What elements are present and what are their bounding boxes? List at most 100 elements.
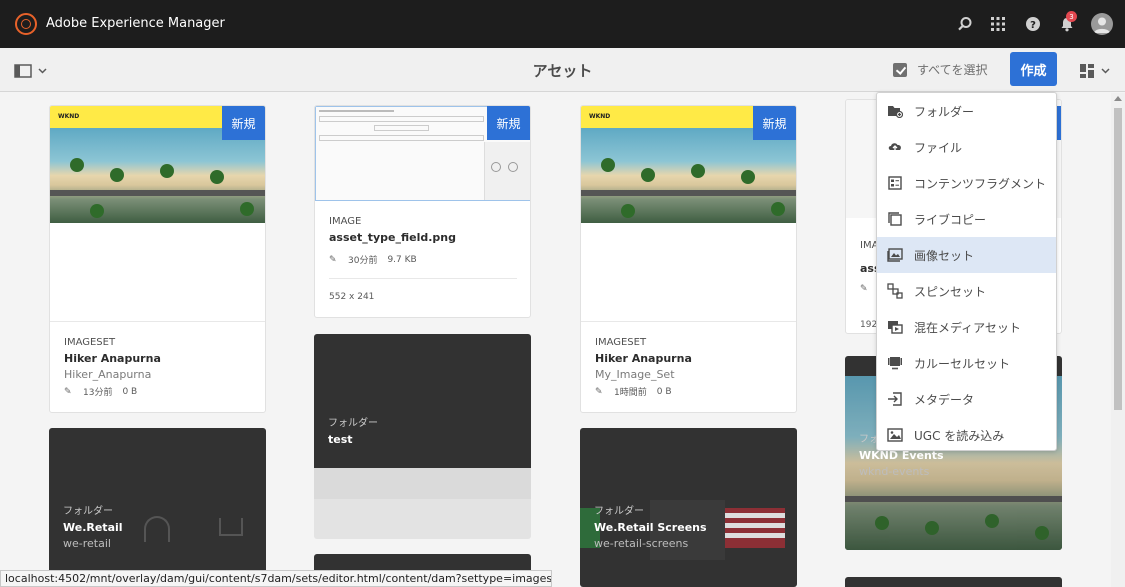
app-title[interactable]: Adobe Experience Manager: [46, 16, 225, 31]
scroll-up-arrow-icon[interactable]: [1114, 96, 1122, 101]
cart-icon: [219, 518, 243, 536]
search-icon[interactable]: [955, 14, 975, 34]
folder-card[interactable]: フォルダー We.Retail Screens we-retail-screen…: [580, 428, 797, 587]
asset-card[interactable]: 新規 IMAGE asset_type_field.png ✎ 30分前 9.7…: [314, 105, 531, 318]
asset-type: フォルダー: [328, 418, 378, 429]
scrollbar-thumb[interactable]: [1114, 108, 1122, 410]
menu-item-carousel-set[interactable]: カルーセルセット: [877, 345, 1056, 381]
menu-item-label: UGC を読み込み: [914, 428, 1005, 443]
create-menu: フォルダー ファイル コンテンツフラグメント ライブコピー 画像セット スピンセ…: [876, 92, 1057, 451]
pencil-icon: ✎: [329, 255, 337, 265]
asset-card[interactable]: WKND 新規 IMAGESET Hiker Anapurna My_Image…: [580, 105, 797, 413]
folder-name: wknd-events: [859, 465, 930, 478]
vertical-scrollbar[interactable]: [1111, 93, 1125, 587]
new-badge: 新規: [487, 106, 530, 140]
chevron-down-icon: [38, 68, 47, 74]
help-icon[interactable]: ?: [1023, 14, 1043, 34]
image-set-icon: [887, 247, 903, 263]
card-meta: IMAGESET Hiker Anapurna My_Image_Set ✎ 1…: [595, 337, 692, 398]
pencil-icon: ✎: [64, 387, 72, 397]
menu-item-ugc-import[interactable]: UGC を読み込み: [877, 417, 1056, 453]
menu-item-label: カルーセルセット: [914, 356, 1011, 371]
folder-add-icon: [887, 103, 903, 119]
asset-type: フォルダー: [594, 506, 644, 517]
ugc-import-icon: [887, 427, 903, 443]
image-dimensions: 552 x 241: [329, 292, 375, 302]
side-rail-icon: [14, 64, 32, 78]
modified-time: 30分前: [348, 256, 378, 266]
card-view-icon: [1080, 64, 1094, 78]
chevron-down-icon: [1101, 68, 1110, 74]
menu-item-metadata[interactable]: メタデータ: [877, 381, 1056, 417]
beach-thumbnail: [581, 128, 796, 223]
aem-logo-icon[interactable]: [15, 13, 37, 35]
asset-type: IMAGESET: [595, 337, 647, 348]
card-meta: IMAGESET Hiker Anapurna Hiker_Anapurna ✎…: [64, 337, 161, 398]
status-bar-url: localhost:4502/mnt/overlay/dam/gui/conte…: [0, 570, 552, 587]
folder-name: we-retail: [63, 537, 111, 550]
headset-icon: [144, 516, 170, 542]
menu-item-file[interactable]: ファイル: [877, 129, 1056, 165]
action-bar: アセット すべてを選択 作成: [0, 48, 1125, 92]
card-meta: フォルダー We.Retail we-retail: [63, 502, 123, 550]
asset-title: Hiker Anapurna: [595, 352, 692, 365]
svg-text:?: ?: [1030, 20, 1036, 31]
menu-item-label: メタデータ: [914, 392, 975, 407]
view-switcher-button[interactable]: [1079, 63, 1110, 79]
user-avatar[interactable]: [1091, 13, 1113, 35]
menu-item-label: ライブコピー: [914, 212, 987, 227]
asset-type: IMAGESET: [64, 337, 116, 348]
spin-set-icon: [887, 283, 903, 299]
menu-item-label: フォルダー: [914, 104, 975, 119]
file-size: 0 B: [656, 386, 672, 397]
asset-card[interactable]: WKND 新規 IMAGESET Hiker Anapurna Hiker_An…: [49, 105, 266, 413]
solutions-grid-icon[interactable]: [988, 14, 1008, 34]
card-meta: フォルダー We.Retail Screens we-retail-screen…: [594, 502, 707, 550]
folder-card[interactable]: フォルダー We.Retail we-retail: [49, 428, 266, 587]
metadata-import-icon: [887, 391, 903, 407]
menu-item-label: スピンセット: [914, 284, 987, 299]
menu-item-label: ファイル: [914, 140, 963, 155]
beach-thumbnail: [50, 128, 265, 223]
file-size: 9.7 KB: [387, 254, 417, 265]
asset-title: asset_type_field.png: [329, 231, 457, 244]
select-all-label: すべてを選択: [917, 63, 988, 77]
checkbox-icon: [893, 62, 907, 77]
folder-name: we-retail-screens: [594, 537, 689, 550]
menu-item-mixed-media-set[interactable]: 混在メディアセット: [877, 309, 1056, 345]
menu-item-image-set[interactable]: 画像セット: [877, 237, 1056, 273]
image-dimensions: 192: [860, 320, 878, 330]
card-meta: IMAGE asset_type_field.png ✎ 30分前 9.7 KB: [329, 216, 456, 266]
file-size: 0 B: [122, 386, 138, 397]
menu-item-label: コンテンツフラグメント: [914, 176, 1047, 191]
rail-toggle-button[interactable]: [14, 62, 50, 80]
pencil-icon: ✎: [595, 387, 603, 397]
notification-count-badge: 3: [1066, 11, 1077, 22]
select-all-button[interactable]: すべてを選択: [893, 61, 987, 78]
menu-item-live-copy[interactable]: ライブコピー: [877, 201, 1056, 237]
pencil-icon: ✎: [860, 284, 868, 294]
folder-title: test: [328, 433, 353, 446]
mixed-media-icon: [887, 319, 903, 335]
asset-name: Hiker_Anapurna: [64, 368, 152, 381]
folder-card[interactable]: [845, 577, 1062, 587]
new-badge: 新規: [222, 106, 265, 140]
modified-time: 1時間前: [614, 388, 647, 398]
upload-cloud-icon: [887, 139, 903, 155]
menu-item-label: 混在メディアセット: [914, 320, 1021, 335]
folder-title: We.Retail Screens: [594, 521, 707, 534]
top-bar: Adobe Experience Manager ? 3: [0, 0, 1125, 48]
menu-item-label: 画像セット: [914, 248, 975, 263]
menu-item-folder[interactable]: フォルダー: [877, 93, 1056, 129]
folder-card[interactable]: フォルダー test: [314, 334, 531, 539]
folder-title: We.Retail: [63, 521, 123, 534]
menu-item-content-fragment[interactable]: コンテンツフラグメント: [877, 165, 1056, 201]
asset-name: My_Image_Set: [595, 368, 675, 381]
asset-type: IMAGE: [329, 216, 362, 227]
content-fragment-icon: [887, 175, 903, 191]
carousel-icon: [887, 355, 903, 371]
create-button[interactable]: 作成: [1010, 52, 1057, 86]
modified-time: 13分前: [83, 388, 113, 398]
menu-item-spin-set[interactable]: スピンセット: [877, 273, 1056, 309]
live-copy-icon: [887, 211, 903, 227]
